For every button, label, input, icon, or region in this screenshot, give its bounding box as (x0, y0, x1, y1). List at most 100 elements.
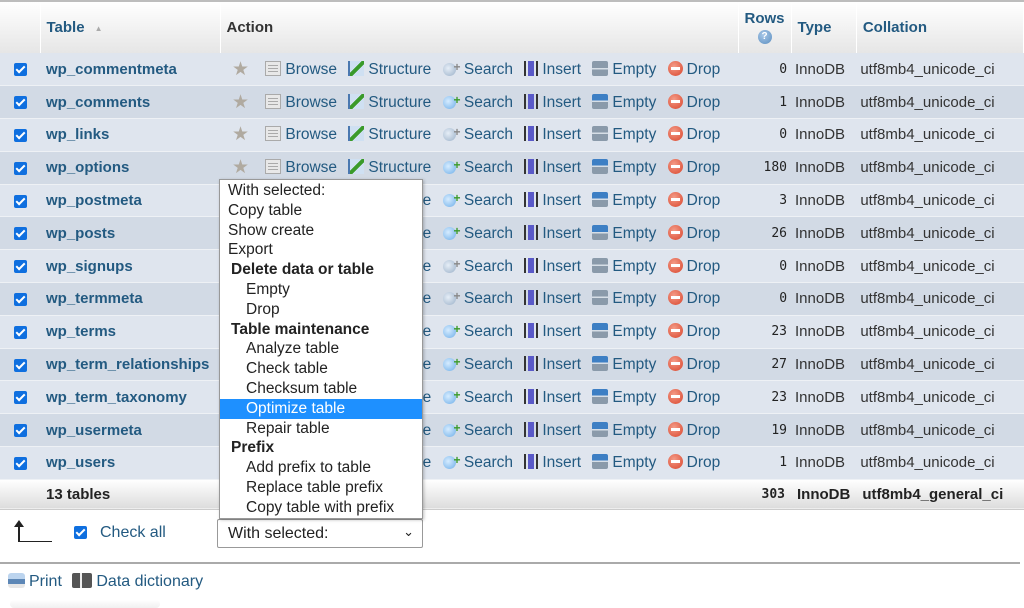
dropdown-option[interactable]: Copy table (220, 201, 422, 221)
drop-action[interactable]: Drop (667, 93, 720, 112)
empty-action[interactable]: Empty (592, 454, 656, 472)
table-name-link[interactable]: wp_links (40, 118, 220, 152)
search-action[interactable]: Search (442, 191, 513, 210)
row-checkbox[interactable] (13, 325, 27, 339)
search-action[interactable]: Search (442, 322, 513, 341)
dropdown-option[interactable]: Replace table prefix (220, 478, 422, 498)
search-action[interactable]: Search (442, 93, 513, 112)
browse-action[interactable]: Browse (265, 159, 337, 177)
search-action[interactable]: Search (442, 257, 513, 276)
favorite-star-icon[interactable]: ★ (232, 92, 249, 113)
drop-action[interactable]: Drop (667, 257, 720, 276)
row-checkbox[interactable] (13, 424, 27, 438)
header-rows[interactable]: Rows? (738, 0, 792, 53)
row-checkbox[interactable] (13, 293, 27, 306)
browse-action[interactable]: Browse (265, 60, 337, 79)
insert-action[interactable]: Insert (524, 388, 581, 407)
insert-action[interactable]: Insert (524, 454, 581, 472)
table-name-link[interactable]: wp_comments (40, 85, 220, 120)
empty-action[interactable]: Empty (592, 93, 656, 112)
drop-action[interactable]: Drop (667, 421, 720, 440)
row-checkbox[interactable] (13, 227, 27, 241)
with-selected-select[interactable]: With selected: ⌄ (217, 519, 423, 548)
insert-action[interactable]: Insert (524, 192, 581, 210)
table-name-link[interactable]: wp_postmeta (40, 184, 220, 218)
row-checkbox[interactable] (13, 260, 27, 274)
row-checkbox[interactable] (13, 129, 27, 143)
insert-action[interactable]: Insert (524, 93, 581, 112)
data-dictionary-link[interactable]: Data dictionary (72, 573, 203, 590)
table-name-link[interactable]: wp_usermeta (40, 413, 220, 448)
structure-action[interactable]: Structure (348, 159, 431, 177)
table-name-link[interactable]: wp_term_relationships (40, 348, 220, 382)
insert-action[interactable]: Insert (524, 60, 581, 79)
print-link[interactable]: Print (8, 573, 62, 590)
insert-action[interactable]: Insert (524, 356, 581, 374)
favorite-star-icon[interactable]: ★ (232, 157, 249, 178)
dropdown-option[interactable]: Copy table with prefix (220, 498, 422, 518)
dropdown-option[interactable]: Checksum table (220, 379, 422, 399)
header-table[interactable]: Table ▲ (40, 0, 221, 53)
insert-action[interactable]: Insert (524, 323, 581, 341)
empty-action[interactable]: Empty (592, 60, 656, 79)
dropdown-option[interactable]: Analyze table (220, 339, 422, 359)
insert-action[interactable]: Insert (524, 224, 581, 243)
check-all-label[interactable]: Check all (100, 524, 166, 542)
table-name-link[interactable]: wp_posts (40, 216, 220, 251)
table-name-link[interactable]: wp_users (40, 446, 220, 480)
check-all-checkbox[interactable] (74, 526, 87, 539)
browse-action[interactable]: Browse (265, 126, 337, 144)
structure-action[interactable]: Structure (348, 126, 431, 144)
dropdown-option[interactable]: With selected: (220, 181, 422, 201)
table-name-link[interactable]: wp_signups (40, 249, 220, 284)
drop-action[interactable]: Drop (667, 388, 720, 407)
search-action[interactable]: Search (442, 125, 513, 144)
table-name-link[interactable]: wp_commentmeta (40, 53, 220, 87)
dropdown-option[interactable]: Repair table (220, 419, 422, 439)
structure-action[interactable]: Structure (348, 60, 431, 79)
row-checkbox[interactable] (13, 161, 27, 175)
dropdown-option[interactable]: Check table (220, 359, 422, 379)
drop-action[interactable]: Drop (667, 454, 720, 472)
table-name-link[interactable]: wp_term_taxonomy (40, 380, 220, 415)
empty-action[interactable]: Empty (592, 421, 656, 440)
drop-action[interactable]: Drop (667, 356, 720, 374)
search-action[interactable]: Search (442, 60, 513, 79)
row-checkbox[interactable] (13, 391, 27, 405)
search-action[interactable]: Search (442, 158, 513, 177)
empty-action[interactable]: Empty (592, 257, 656, 276)
header-collation[interactable]: Collation (856, 0, 1024, 53)
browse-action[interactable]: Browse (265, 93, 337, 112)
dropdown-option[interactable]: Add prefix to table (220, 458, 422, 478)
dropdown-option[interactable]: Empty (220, 280, 422, 300)
table-name-link[interactable]: wp_options (40, 151, 220, 185)
search-action[interactable]: Search (442, 355, 513, 374)
empty-action[interactable]: Empty (592, 356, 656, 374)
drop-action[interactable]: Drop (667, 323, 720, 341)
dropdown-option[interactable]: Export (220, 240, 422, 260)
drop-action[interactable]: Drop (667, 60, 720, 79)
drop-action[interactable]: Drop (667, 159, 720, 177)
help-icon[interactable]: ? (757, 30, 772, 44)
insert-action[interactable]: Insert (524, 126, 581, 144)
row-checkbox[interactable] (13, 96, 27, 110)
empty-action[interactable]: Empty (592, 192, 656, 210)
favorite-star-icon[interactable]: ★ (232, 124, 249, 145)
search-action[interactable]: Search (442, 289, 513, 308)
empty-action[interactable]: Empty (592, 126, 656, 144)
empty-action[interactable]: Empty (592, 159, 656, 177)
drop-action[interactable]: Drop (667, 290, 720, 308)
dropdown-option[interactable]: Show create (220, 221, 422, 241)
insert-action[interactable]: Insert (524, 290, 581, 308)
insert-action[interactable]: Insert (524, 159, 581, 177)
search-action[interactable]: Search (442, 421, 513, 440)
empty-action[interactable]: Empty (592, 224, 656, 243)
dropdown-option[interactable]: Drop (220, 300, 422, 320)
favorite-star-icon[interactable]: ★ (232, 59, 249, 80)
search-action[interactable]: Search (442, 388, 513, 407)
search-action[interactable]: Search (442, 224, 513, 243)
empty-action[interactable]: Empty (592, 323, 656, 341)
empty-action[interactable]: Empty (592, 388, 656, 407)
table-name-link[interactable]: wp_termmeta (40, 282, 220, 316)
row-checkbox[interactable] (13, 194, 27, 208)
